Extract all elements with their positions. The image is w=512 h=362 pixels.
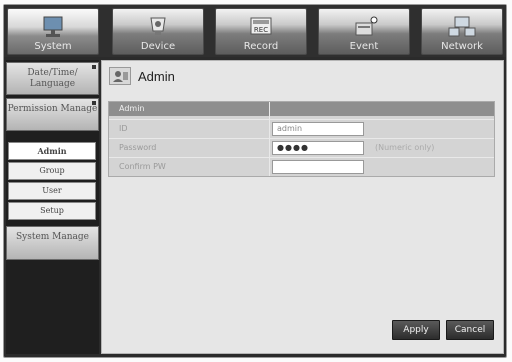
tab-device[interactable]: Device: [112, 8, 204, 55]
confirm-password-row: Confirm PW: [109, 157, 494, 176]
sidebar-item-permission-manage[interactable]: Permission Manage: [6, 98, 99, 131]
tab-system[interactable]: System: [7, 8, 99, 55]
user-icon: [113, 71, 128, 82]
id-row: ID admin: [109, 119, 494, 138]
dvr-window: System Device REC Record Event Network D…: [3, 4, 507, 358]
sidebar: Date/Time/ Language Permission Manage Ad…: [6, 60, 99, 354]
top-tab-bar: System Device REC Record Event Network: [4, 5, 506, 57]
password-label: Password: [119, 143, 157, 152]
content-panel: Admin Admin ID admin Password ●●●● (Nume…: [101, 60, 504, 354]
group-header: Admin: [109, 102, 494, 116]
id-field[interactable]: admin: [272, 122, 364, 136]
sidebar-item-setup[interactable]: Setup: [8, 202, 96, 220]
rec-icon: REC: [250, 17, 272, 35]
sidebar-item-user[interactable]: User: [8, 182, 96, 200]
confirm-password-label: Confirm PW: [119, 162, 166, 171]
sidebar-item-date-time-language[interactable]: Date/Time/ Language: [6, 62, 99, 95]
confirm-password-field[interactable]: [272, 160, 364, 174]
tab-event[interactable]: Event: [318, 8, 410, 55]
tab-label: Device: [140, 41, 176, 52]
apply-button[interactable]: Apply: [392, 320, 440, 340]
tab-network[interactable]: Network: [421, 8, 503, 55]
camera-icon: [150, 17, 166, 35]
expand-icon: [92, 101, 96, 105]
monitor-icon: [43, 16, 63, 37]
sidebar-item-label: Date/Time/ Language: [27, 68, 78, 89]
network-icon: [448, 16, 476, 37]
sidebar-item-system-manage[interactable]: System Manage: [6, 226, 99, 260]
password-note: (Numeric only): [375, 143, 435, 152]
tab-label: System: [34, 41, 72, 52]
page-title: Admin: [138, 69, 175, 84]
sidebar-item-admin[interactable]: Admin: [8, 142, 96, 160]
tab-label: Record: [243, 41, 279, 52]
tab-label: Event: [349, 41, 379, 52]
event-icon: [355, 16, 378, 36]
tab-label: Network: [441, 41, 483, 52]
id-label: ID: [119, 124, 128, 133]
admin-icon: [109, 67, 131, 85]
password-field[interactable]: ●●●●: [272, 141, 364, 155]
password-row: Password ●●●● (Numeric only): [109, 138, 494, 157]
expand-icon: [92, 65, 96, 69]
sidebar-item-label: Permission Manage: [7, 104, 98, 114]
cancel-button[interactable]: Cancel: [446, 320, 494, 340]
tab-record[interactable]: REC Record: [215, 8, 307, 55]
sidebar-item-label: System Manage: [15, 232, 90, 242]
sidebar-item-group[interactable]: Group: [8, 162, 96, 180]
svg-text:REC: REC: [254, 26, 268, 34]
admin-settings-group: Admin ID admin Password ●●●● (Numeric on…: [108, 101, 495, 177]
